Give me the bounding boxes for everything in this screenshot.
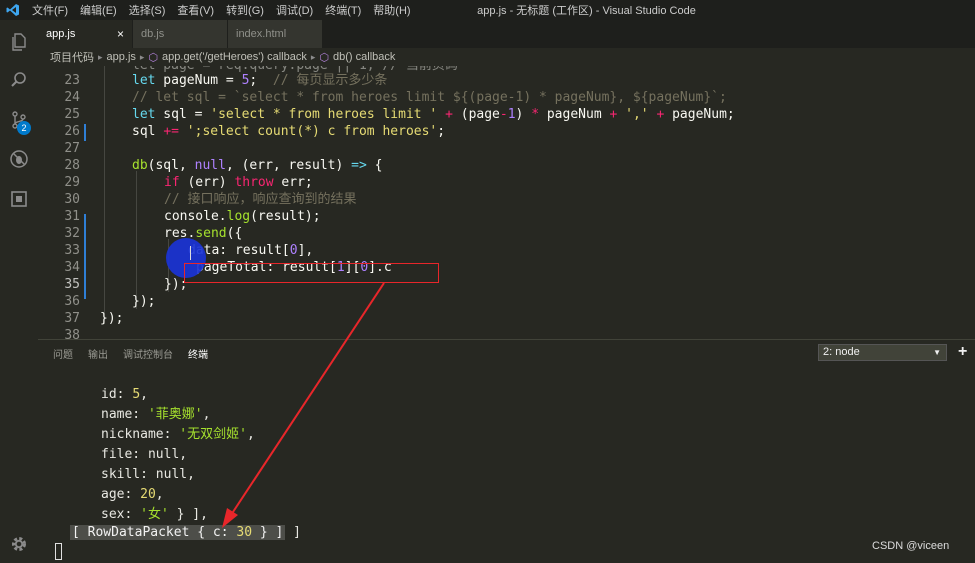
search-icon[interactable] <box>7 68 31 92</box>
extensions-icon[interactable] <box>7 187 31 211</box>
line-number: 30 <box>64 192 80 207</box>
vscode-logo-icon <box>0 0 26 20</box>
tab-debug-console[interactable]: 调试控制台 <box>123 346 173 361</box>
tab-app-js[interactable]: app.js × <box>38 20 132 48</box>
close-icon[interactable]: × <box>117 27 124 41</box>
tab-output[interactable]: 输出 <box>88 346 108 361</box>
chevron-right-icon: ▸ <box>310 51 316 62</box>
symbol-method-icon: ⬡ <box>148 51 159 64</box>
menu-file[interactable]: 文件(F) <box>26 2 74 18</box>
terminal-output[interactable]: id: 5, name: '菲奥娜', nickname: '无双剑姬', fi… <box>38 366 975 563</box>
gear-icon[interactable] <box>7 532 31 556</box>
chevron-right-icon: ▸ <box>98 51 103 62</box>
editor-tabs: app.js × db.js index.html <box>38 20 975 48</box>
line-number: 29 <box>64 175 80 190</box>
line-number: 38 <box>64 328 80 339</box>
menu-bar: 文件(F) 编辑(E) 选择(S) 查看(V) 转到(G) 调试(D) 终端(T… <box>26 2 417 18</box>
tab-index-html[interactable]: index.html <box>228 20 322 48</box>
line-number: 35 <box>64 277 80 292</box>
window-title: app.js - 无标题 (工作区) - Visual Studio Code <box>477 5 696 17</box>
code-line: 37}); <box>38 310 975 327</box>
code-line: 30// 接口响应，响应查询到的结果 <box>38 191 975 208</box>
highlight-box <box>184 263 439 283</box>
line-number: 26 <box>64 124 80 139</box>
breadcrumb-file[interactable]: app.js <box>107 51 136 63</box>
scm-badge: 2 <box>17 121 31 135</box>
code-line: 23 let pageNum = 5; // 每页显示多少条 <box>38 72 975 89</box>
code-line: 36}); <box>38 293 975 310</box>
menu-selection[interactable]: 选择(S) <box>123 2 172 18</box>
terminal-select[interactable]: 2: node ▼ <box>818 344 947 361</box>
line-number: 31 <box>64 209 80 224</box>
line-number: 32 <box>64 226 80 241</box>
code-line: 29 if (err) throw err; <box>38 174 975 191</box>
code-line: 35}); <box>38 276 975 293</box>
tab-problems[interactable]: 问题 <box>53 346 73 361</box>
tab-terminal[interactable]: 终端 <box>188 346 208 361</box>
terminal-cursor <box>55 543 62 560</box>
line-number: 27 <box>64 141 80 156</box>
line-number: 37 <box>64 311 80 326</box>
add-terminal-button[interactable]: + <box>958 343 967 361</box>
code-line: 24// let sql = `select * from heroes lim… <box>38 89 975 106</box>
line-number: 24 <box>64 90 80 105</box>
menu-debug[interactable]: 调试(D) <box>270 2 319 18</box>
debug-icon[interactable] <box>7 147 31 171</box>
terminal-line: nickname: '无双剑姬', <box>101 427 255 442</box>
code-line: 26 sql += ';select count(*) c from heroes… <box>38 123 975 140</box>
menu-go[interactable]: 转到(G) <box>220 2 270 18</box>
tab-label: db.js <box>141 28 165 40</box>
line-number: 28 <box>64 158 80 173</box>
code-line: 28 db(sql, null, (err, result) => { <box>38 157 975 174</box>
files-icon[interactable] <box>7 30 31 54</box>
breadcrumb-folder[interactable]: 项目代码 <box>50 49 94 65</box>
code-line: 27 <box>38 140 975 157</box>
line-number: 25 <box>64 107 80 122</box>
text-cursor <box>190 246 191 260</box>
tab-label: index.html <box>236 28 287 40</box>
breadcrumb: 项目代码 ▸ app.js ▸ ⬡ app.get('/getHeroes') … <box>38 48 975 66</box>
menu-view[interactable]: 查看(V) <box>171 2 220 18</box>
line-number: 34 <box>64 260 80 275</box>
terminal-line: id: 5, <box>101 387 148 402</box>
line-number: 33 <box>64 243 80 258</box>
terminal-line: file: null, <box>101 447 188 462</box>
result-highlight: [ RowDataPacket { c: 30 } ] <box>70 525 286 540</box>
terminal-line: name: '菲奥娜', <box>101 407 211 422</box>
terminal-line: sex: '女' } ], <box>101 507 208 522</box>
terminal-line: age: 20, <box>101 487 164 502</box>
breadcrumb-symbol[interactable]: db() callback <box>333 51 395 63</box>
menu-edit[interactable]: 编辑(E) <box>74 2 123 18</box>
result-count: 30 <box>236 525 253 540</box>
terminal-result-line: [ RowDataPacket { c: 30 } ] ] <box>70 525 301 540</box>
line-number: 36 <box>64 294 80 309</box>
activity-bar: 2 <box>0 20 38 563</box>
tab-db-js[interactable]: db.js <box>133 20 227 48</box>
menu-terminal[interactable]: 终端(T) <box>319 2 367 18</box>
breadcrumb-symbol[interactable]: app.get('/getHeroes') callback <box>162 51 307 63</box>
terminal-line: skill: null, <box>101 467 195 482</box>
line-number: 23 <box>64 73 80 88</box>
symbol-method-icon: ⬡ <box>319 51 330 64</box>
title-bar: 文件(F) 编辑(E) 选择(S) 查看(V) 转到(G) 调试(D) 终端(T… <box>0 0 975 20</box>
code-editor[interactable]: let page = req.query.page || 1; // 当前页码 … <box>38 66 975 339</box>
chevron-right-icon: ▸ <box>139 51 145 62</box>
code-line: 25 let sql = 'select * from heroes limit … <box>38 106 975 123</box>
code-line: 38 <box>38 327 975 339</box>
tab-label: app.js <box>46 28 76 40</box>
terminal-select-value: 2: node <box>823 346 860 358</box>
menu-help[interactable]: 帮助(H) <box>367 2 416 18</box>
watermark: CSDN @viceen <box>872 540 950 552</box>
code-line: 31 console.log(result); <box>38 208 975 225</box>
chevron-down-icon: ▼ <box>933 348 941 357</box>
